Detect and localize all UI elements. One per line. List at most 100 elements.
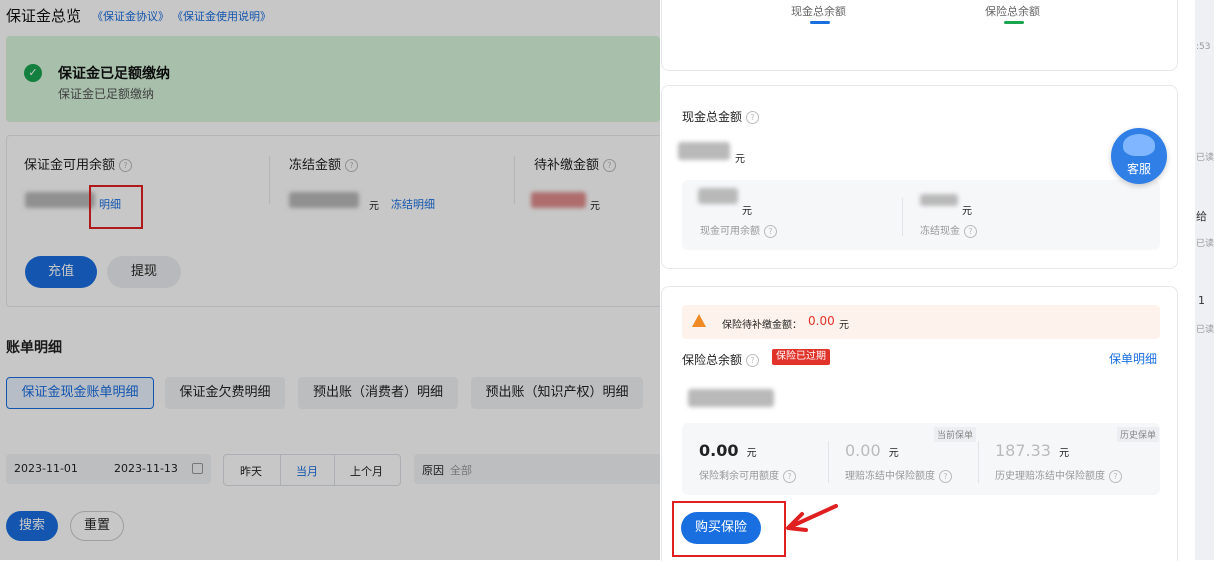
- stat-value: 0.00: [845, 441, 881, 460]
- cash-available-unit: 元: [742, 206, 752, 217]
- stat-value: 187.33: [995, 441, 1051, 460]
- annotation-box: [672, 501, 786, 557]
- divider: [514, 156, 515, 204]
- help-icon: ?: [603, 159, 617, 172]
- tab-ip-pre-bill[interactable]: 预出账（知识产权）明细: [471, 377, 643, 409]
- annotation-box: [89, 185, 143, 229]
- date-end: 2023-11-13: [114, 462, 178, 475]
- available-balance-label: 保证金可用余额?: [24, 154, 133, 173]
- read-status: 已读: [1196, 325, 1214, 335]
- warning-unit: 元: [839, 320, 849, 331]
- tab-cash-bill[interactable]: 保证金现金账单明细: [6, 377, 154, 409]
- divider: [828, 441, 829, 483]
- read-status: 已读: [1196, 153, 1214, 163]
- quick-date-group: 昨天 当月 上个月: [223, 454, 401, 486]
- insurance-warning: 保险待补缴金额： 0.00 元: [682, 305, 1160, 339]
- tab-consumer-pre-bill[interactable]: 预出账（消费者）明细: [298, 377, 458, 409]
- search-button[interactable]: 搜索: [6, 511, 58, 541]
- message-count: 1: [1198, 294, 1205, 307]
- cash-card: 现金总金额? 元 元 现金可用余额? 元 冻结现金?: [661, 85, 1178, 269]
- service-label: 客服: [1126, 162, 1151, 176]
- message-snippet: 给: [1196, 210, 1207, 223]
- insurance-tab-indicator: [1004, 21, 1024, 24]
- insurance-breakdown: 当前保单 历史保单 0.00 元 保险剩余可用额度? 0.00 元 理赔冻结中保…: [682, 423, 1160, 495]
- divider: [280, 455, 281, 485]
- tab-insurance-total[interactable]: 保险总余额: [985, 3, 1040, 19]
- warning-amount: 0.00: [808, 314, 835, 328]
- background-edge: :53 已读 给 已读 1 已读: [1195, 0, 1214, 560]
- stat-unit: 元: [888, 448, 899, 459]
- stat-value: 0.00: [699, 441, 739, 460]
- frozen-detail-link[interactable]: 冻结明细: [391, 196, 435, 212]
- cash-available-label: 现金可用余额?: [700, 222, 777, 238]
- alert-subtitle: 保证金已足额缴纳: [58, 87, 155, 101]
- help-icon: ?: [939, 469, 952, 483]
- withdraw-button[interactable]: 提现: [107, 256, 181, 288]
- redacted-amount: [678, 142, 730, 160]
- policy-detail-link[interactable]: 保单明细: [1109, 350, 1157, 367]
- claim-frozen-quota: 0.00 元: [845, 441, 899, 460]
- time-text: :53: [1196, 42, 1211, 52]
- background-page: 保证金总览 《保证金协议》 《保证金使用说明》 ✓ 保证金已足额缴纳 保证金已足…: [0, 0, 662, 560]
- summary-tabs-card: 现金总余额 保险总余额: [661, 0, 1178, 71]
- stat-label: 保险剩余可用额度?: [699, 467, 796, 483]
- stat-unit: 元: [746, 448, 757, 459]
- alert-title: 保证金已足额缴纳: [58, 66, 170, 82]
- reason-label: 原因: [422, 464, 444, 477]
- cash-total-title: 现金总金额?: [682, 108, 760, 125]
- tab-arrears[interactable]: 保证金欠费明细: [165, 377, 285, 409]
- redacted-amount: [688, 389, 774, 407]
- tab-cash-total[interactable]: 现金总余额: [791, 3, 846, 19]
- insurance-total-title: 保险总余额?: [682, 351, 760, 368]
- usage-guide-link[interactable]: 《保证金使用说明》: [172, 8, 271, 24]
- yesterday-option[interactable]: 昨天: [240, 463, 262, 479]
- help-icon: ?: [746, 111, 760, 124]
- warning-label: 保险待补缴金额：: [722, 320, 802, 331]
- date-start: 2023-11-01: [14, 462, 78, 475]
- warning-icon: [692, 314, 706, 327]
- remaining-quota: 0.00 元: [699, 441, 757, 460]
- last-month-option[interactable]: 上个月: [350, 463, 383, 479]
- help-icon: ?: [746, 354, 760, 367]
- annotation-arrow-icon: [786, 504, 838, 532]
- stat-unit: 元: [1059, 448, 1070, 459]
- current-month-option[interactable]: 当月: [296, 463, 318, 479]
- reason-select[interactable]: 原因 全部: [414, 454, 660, 484]
- date-range-picker[interactable]: 2023-11-01 2023-11-13: [6, 454, 211, 484]
- pending-unit: 元: [590, 201, 600, 212]
- divider: [978, 441, 979, 483]
- pending-amount-label: 待补缴金额?: [534, 154, 617, 173]
- help-icon: ?: [119, 159, 133, 172]
- recharge-button[interactable]: 充值: [25, 256, 97, 288]
- divider: [269, 156, 270, 204]
- cash-total-unit: 元: [735, 154, 745, 165]
- cash-breakdown: 元 现金可用余额? 元 冻结现金?: [682, 180, 1160, 250]
- page-title: 保证金总览: [6, 7, 82, 25]
- stat-label: 历史理赔冻结中保险额度?: [995, 467, 1122, 483]
- help-icon: ?: [764, 224, 777, 238]
- divider: [334, 455, 335, 485]
- redacted-amount: [25, 192, 95, 208]
- redacted-amount: [920, 194, 958, 206]
- agreement-link[interactable]: 《保证金协议》: [92, 8, 169, 24]
- reason-value: 全部: [450, 464, 472, 477]
- divider: [902, 198, 903, 236]
- read-status: 已读: [1196, 239, 1214, 249]
- reset-button[interactable]: 重置: [70, 511, 124, 541]
- calendar-icon: [192, 463, 203, 474]
- success-alert: ✓ 保证金已足额缴纳 保证金已足额缴纳: [6, 36, 660, 122]
- help-icon: ?: [345, 159, 359, 172]
- cash-frozen-label: 冻结现金?: [920, 222, 977, 238]
- history-claim-frozen-quota: 187.33 元: [995, 441, 1069, 460]
- customer-service-button[interactable]: 客服: [1111, 128, 1167, 184]
- redacted-amount: [698, 188, 738, 204]
- frozen-unit: 元: [369, 201, 379, 212]
- help-icon: ?: [783, 469, 796, 483]
- help-icon: ?: [964, 224, 977, 238]
- cash-frozen-unit: 元: [962, 206, 972, 217]
- redacted-amount: [289, 192, 359, 208]
- balance-card: 保证金可用余额? 明细 冻结金额? 元 冻结明细 待补缴金额? 元 充值 提现: [6, 135, 662, 307]
- bill-section-title: 账单明细: [6, 340, 62, 356]
- frozen-amount-label: 冻结金额?: [289, 154, 359, 173]
- cash-tab-indicator: [810, 21, 830, 24]
